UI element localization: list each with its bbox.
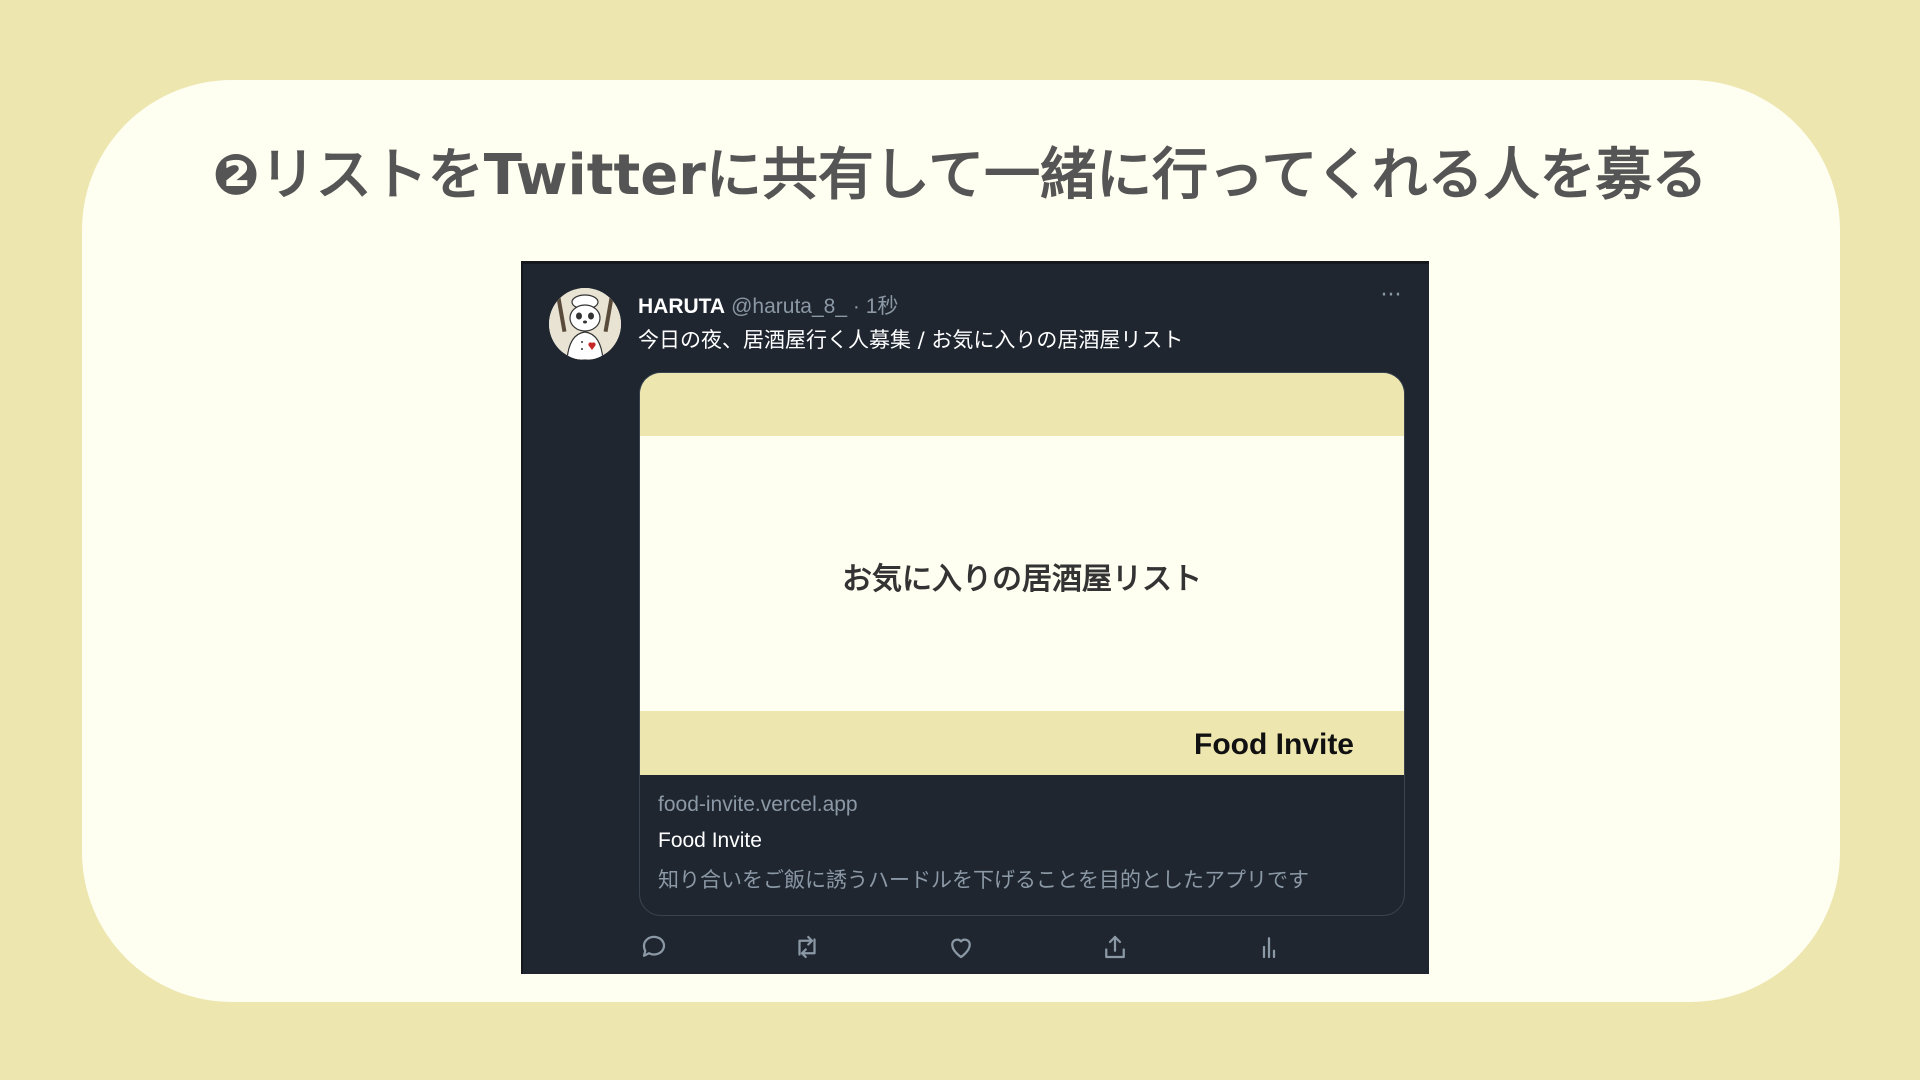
link-title: Food Invite <box>658 829 762 852</box>
like-icon[interactable] <box>946 932 976 962</box>
more-options-icon[interactable]: ··· <box>1375 285 1407 307</box>
link-domain: food-invite.vercel.app <box>658 793 858 816</box>
preview-band-top <box>640 373 1404 436</box>
link-preview-meta: food-invite.vercel.app Food Invite 知り合いを… <box>658 793 1309 894</box>
link-description: 知り合いをご飯に誘うハードルを下げることを目的としたアプリです <box>658 868 1309 892</box>
author-handle[interactable]: @haruta_8_ <box>731 295 847 318</box>
avatar-illustration-icon <box>549 288 621 360</box>
share-icon[interactable] <box>1100 932 1130 962</box>
link-preview-card[interactable]: お気に入りの居酒屋リスト Food Invite food-invite.ver… <box>639 372 1405 916</box>
retweet-icon[interactable] <box>792 932 822 962</box>
preview-list-title: お気に入りの居酒屋リスト <box>842 562 1202 597</box>
tweet-text: 今日の夜、居酒屋行く人募集 / お気に入りの居酒屋リスト <box>638 328 1184 352</box>
tweet-screenshot: HARUTA @haruta_8_ · 1秒 ··· 今日の夜、居酒屋行く人募集 … <box>521 261 1429 974</box>
tweet-actions <box>639 932 1299 962</box>
avatar[interactable] <box>549 288 621 360</box>
author-name[interactable]: HARUTA <box>638 295 725 318</box>
header-separator: · <box>847 295 866 318</box>
analytics-icon[interactable] <box>1254 932 1284 962</box>
reply-icon[interactable] <box>639 932 669 962</box>
tweet-header: HARUTA @haruta_8_ · 1秒 <box>638 290 898 320</box>
slide-heading: ❷リストをTwitterに共有して一緒に行ってくれる人を募る <box>212 143 1708 208</box>
preview-brand: Food Invite <box>1194 728 1354 761</box>
tweet-time[interactable]: 1秒 <box>866 295 899 318</box>
link-preview-image[interactable]: お気に入りの居酒屋リスト Food Invite <box>640 373 1404 775</box>
